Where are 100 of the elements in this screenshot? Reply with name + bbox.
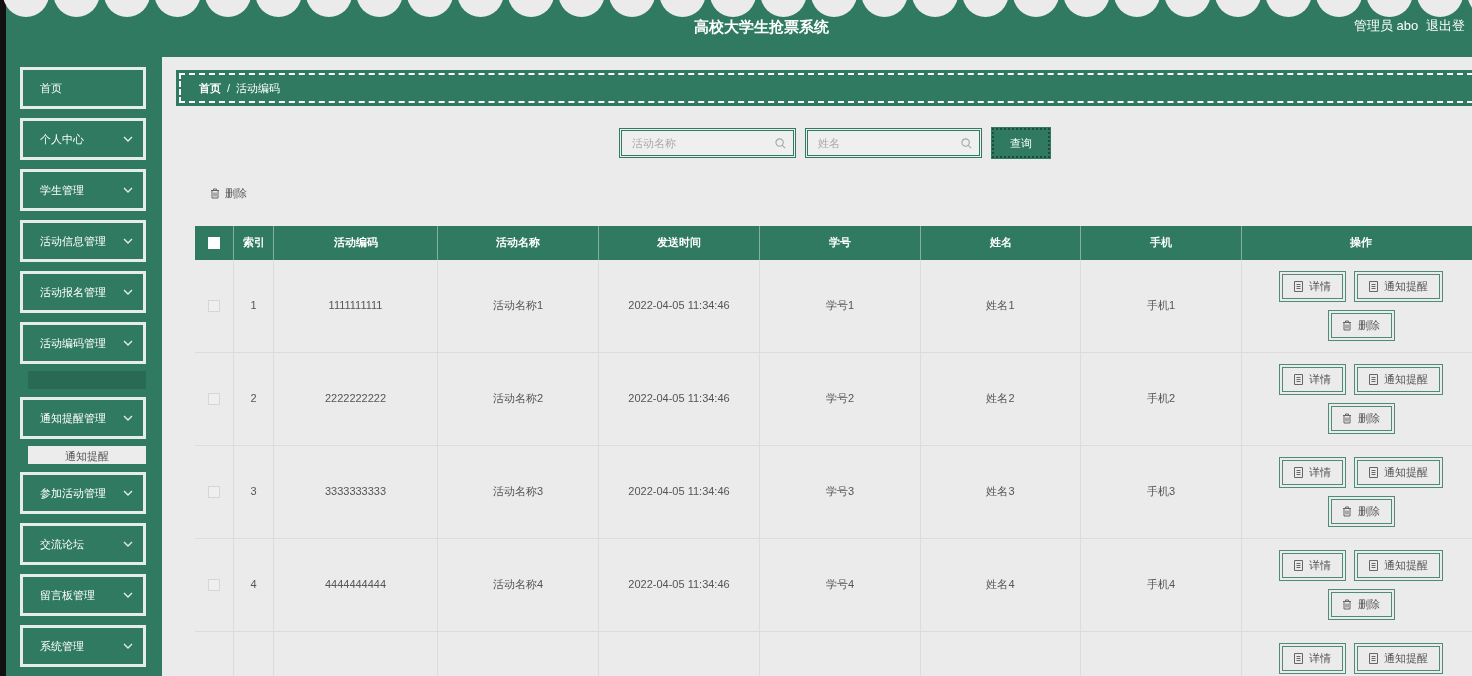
column-header: 发送时间: [599, 225, 760, 260]
table-cell-text: 2222222222: [324, 391, 387, 407]
table-cell-text: 2022-04-05 11:34:46: [628, 577, 730, 593]
sidebar-menu-item[interactable]: 活动报名管理: [20, 271, 146, 313]
user-label: 管理员 abo: [1354, 17, 1419, 35]
table-cell-text: 3: [250, 484, 257, 500]
chevron-down-icon: [123, 643, 133, 649]
trash-icon: [1342, 598, 1352, 610]
sidebar-menu-item[interactable]: 活动编码管理: [20, 322, 146, 364]
table-cell-text: 活动名称4: [492, 577, 544, 593]
chevron-down-icon: [123, 592, 133, 598]
document-icon: [1294, 280, 1303, 292]
column-header: 活动名称: [438, 225, 599, 260]
trash-icon: [1342, 505, 1352, 517]
table-cell-text: 姓名1: [986, 298, 1015, 314]
checkbox[interactable]: [208, 299, 220, 312]
sidebar-menu-item[interactable]: 系统管理: [20, 625, 146, 667]
table-cell-text: 手机3: [1146, 484, 1176, 500]
trash-icon: [210, 187, 220, 199]
sidebar-menu-item[interactable]: 交流论坛: [20, 523, 146, 565]
breadcrumb-link[interactable]: 首页: [199, 79, 221, 97]
table-cell-text: 活动名称1: [492, 298, 544, 314]
submenu-item[interactable]: 通知提醒: [28, 446, 146, 464]
search-field[interactable]: 姓名: [805, 128, 982, 158]
action-button[interactable]: 通知提醒: [1354, 363, 1443, 395]
sidebar-menu-item[interactable]: 学生管理: [20, 169, 146, 211]
column-header: 姓名: [921, 225, 1081, 260]
chevron-down-icon: [123, 136, 133, 142]
checkbox[interactable]: [208, 392, 220, 405]
table-cell-text: 4: [250, 577, 257, 593]
sidebar-menu-item[interactable]: 通知提醒管理: [20, 397, 146, 439]
document-icon: [1369, 652, 1378, 664]
trash-icon: [1342, 319, 1352, 331]
document-icon: [1369, 373, 1378, 385]
action-button[interactable]: 删除: [1327, 309, 1395, 341]
breadcrumb-link[interactable]: 活动编码: [236, 79, 281, 97]
table-cell-text: 手机4: [1146, 577, 1176, 593]
sidebar-menu-item[interactable]: 个人中心: [20, 118, 146, 160]
column-header: 操作: [1242, 225, 1472, 260]
chevron-down-icon: [123, 289, 133, 295]
action-button[interactable]: 通知提醒: [1354, 642, 1443, 674]
breadcrumb-separator: /: [227, 80, 231, 96]
sidebar-menu-item[interactable]: 活动信息管理: [20, 220, 146, 262]
table-cell-text: 2: [250, 391, 257, 407]
action-button[interactable]: 详情: [1279, 642, 1346, 674]
action-button[interactable]: 删除: [1327, 588, 1395, 620]
action-button[interactable]: 删除: [1327, 402, 1395, 434]
sidebar-menu-item[interactable]: 参加活动管理: [20, 472, 146, 514]
table-cell-text: 4444444444: [324, 577, 387, 593]
checkbox[interactable]: [208, 485, 220, 498]
table-cell-text: 活动名称3: [492, 484, 544, 500]
table-cell-text: 2022-04-05 11:34:46: [628, 391, 730, 407]
search-field[interactable]: 活动名称: [619, 128, 796, 158]
table-cell-text: 2022-04-05 11:34:46: [628, 298, 730, 314]
action-button[interactable]: 通知提醒: [1354, 270, 1443, 302]
table-cell-text: 1: [250, 298, 257, 314]
search-button[interactable]: 查询: [992, 128, 1050, 158]
table-cell-text: 学号1: [825, 298, 855, 314]
chevron-down-icon: [123, 541, 133, 547]
table-cell-text: 学号2: [825, 391, 855, 407]
table-cell-text: 手机1: [1146, 298, 1176, 314]
chevron-down-icon: [123, 238, 133, 244]
action-button[interactable]: 通知提醒: [1354, 456, 1443, 488]
document-icon: [1294, 373, 1303, 385]
document-icon: [1369, 466, 1378, 478]
logout-link[interactable]: 退出登: [1426, 16, 1465, 36]
action-button[interactable]: 详情: [1279, 363, 1346, 395]
column-header: 手机: [1081, 225, 1242, 260]
chevron-down-icon: [123, 187, 133, 193]
chevron-down-icon: [123, 340, 133, 346]
sidebar-menu-item[interactable]: 首页: [20, 67, 146, 109]
document-icon: [1294, 466, 1303, 478]
delete-button[interactable]: 删除: [210, 185, 247, 202]
checkbox[interactable]: [208, 578, 220, 591]
column-header: 索引: [234, 225, 274, 260]
document-icon: [1369, 280, 1378, 292]
sidebar-menu-item[interactable]: 留言板管理: [20, 574, 146, 616]
document-icon: [1369, 559, 1378, 571]
column-header: 活动编码: [274, 225, 438, 260]
table-cell-text: 学号4: [825, 577, 855, 593]
search-icon: [775, 138, 786, 149]
action-button[interactable]: 通知提醒: [1354, 549, 1443, 581]
table-cell-text: 1111111111: [328, 298, 383, 314]
table-cell-text: 3333333333: [324, 484, 387, 500]
table-cell-text: 活动名称2: [492, 391, 544, 407]
table-cell-text: 姓名2: [986, 391, 1015, 407]
table-cell-text: 姓名3: [986, 484, 1015, 500]
action-button[interactable]: 删除: [1327, 495, 1395, 527]
document-icon: [1294, 652, 1303, 664]
search-icon: [961, 138, 972, 149]
table-cell-text: 学号3: [825, 484, 855, 500]
table-cell-text: 2022-04-05 11:34:46: [628, 484, 730, 500]
table-cell-text: 手机2: [1146, 391, 1176, 407]
table-cell-text: 姓名4: [986, 577, 1015, 593]
action-button[interactable]: 详情: [1279, 270, 1346, 302]
action-button[interactable]: 详情: [1279, 549, 1346, 581]
action-button[interactable]: 详情: [1279, 456, 1346, 488]
document-icon: [1294, 559, 1303, 571]
chevron-down-icon: [123, 490, 133, 496]
chevron-down-icon: [123, 415, 133, 421]
